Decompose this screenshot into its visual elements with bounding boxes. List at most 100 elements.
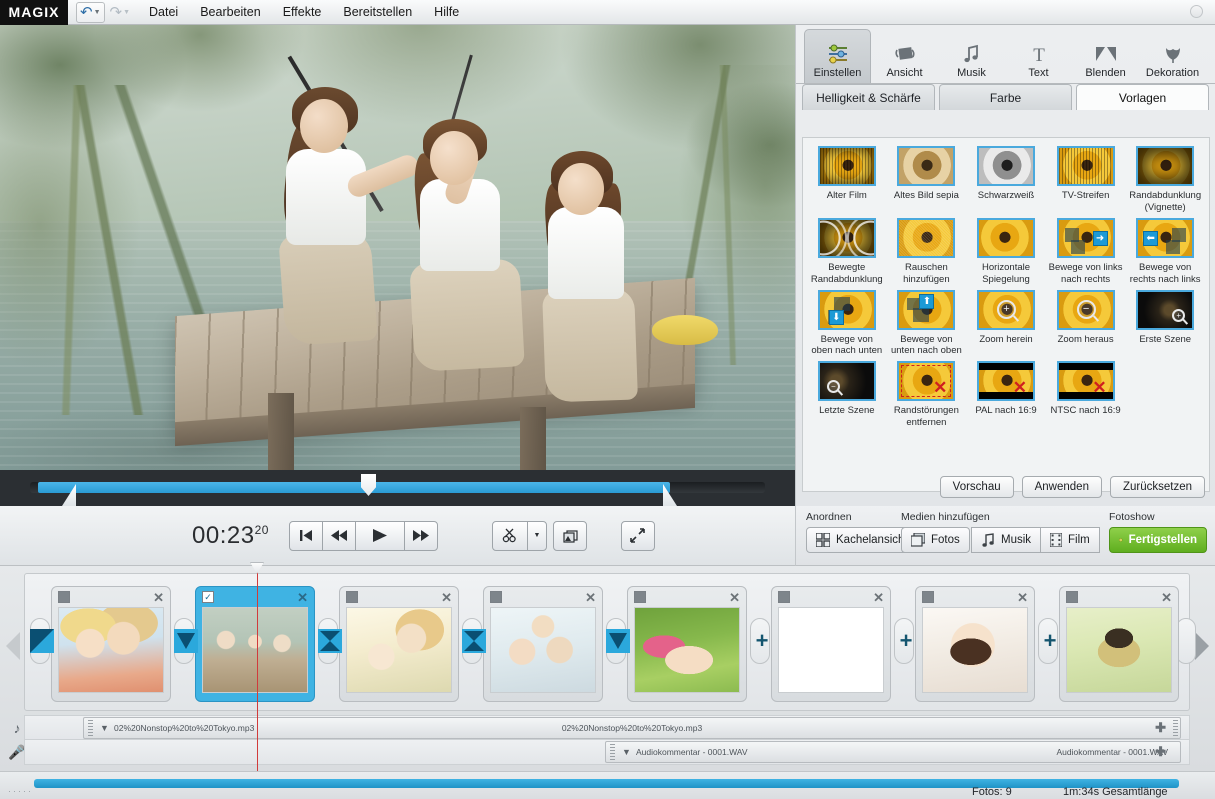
template-rauschen-hinzufuegen[interactable]: Rauschen hinzufügen (887, 217, 967, 286)
music-clip[interactable]: ▼ 02%20Nonstop%20to%20Tokyo.mp3 02%20Non… (83, 717, 1181, 739)
slide-1[interactable]: ✕ (51, 586, 171, 702)
clip-dropdown-icon[interactable]: ▼ (100, 723, 109, 733)
clip-grip-right[interactable] (1173, 720, 1178, 736)
tab-blenden[interactable]: Blenden (1072, 29, 1139, 83)
template-bewege-oben-unten[interactable]: ⬇ Bewege von oben nach unten (807, 289, 887, 358)
template-horizontale-spiegelung[interactable]: Horizontale Spiegelung (966, 217, 1046, 286)
music-track-row[interactable]: ▼ 02%20Nonstop%20to%20Tokyo.mp3 02%20Non… (24, 715, 1190, 741)
redo-dropdown-icon[interactable]: ▼ (123, 9, 130, 16)
scroll-left-arrow[interactable] (6, 632, 20, 660)
fast-forward-button[interactable] (403, 520, 438, 551)
menu-item-bearbeiten[interactable]: Bearbeiten (200, 5, 260, 19)
template-bewege-rechts-links[interactable]: ⬅ Bewege von rechts nach links (1125, 217, 1205, 286)
template-alter-film[interactable]: Alter Film (807, 146, 887, 214)
finish-button[interactable]: Fertigstellen (1109, 527, 1207, 553)
template-zoom-heraus[interactable]: − Zoom heraus (1046, 289, 1126, 358)
tab-musik[interactable]: Musik (938, 29, 1005, 83)
subtab-farbe[interactable]: Farbe (939, 84, 1072, 110)
slide-checkbox[interactable] (346, 591, 358, 603)
slide-checkbox[interactable] (634, 591, 646, 603)
slide-4[interactable]: ✕ (483, 586, 603, 702)
snapshot-button[interactable] (552, 520, 587, 551)
tab-text[interactable]: T Text (1005, 29, 1072, 83)
clip-extend-icon[interactable]: ✚ (1155, 720, 1166, 736)
play-button[interactable] (354, 520, 405, 551)
add-photos-button[interactable]: Fotos (901, 527, 970, 553)
subtab-vorlagen[interactable]: Vorlagen (1076, 84, 1209, 110)
menu-item-hilfe[interactable]: Hilfe (434, 5, 459, 19)
menu-item-effekte[interactable]: Effekte (283, 5, 322, 19)
tab-ansicht[interactable]: Ansicht (871, 29, 938, 83)
template-bewege-links-rechts[interactable]: ➜ Bewege von links nach rechts (1046, 217, 1126, 286)
voice-track-row[interactable]: ▼ Audiokommentar - 0001.WAV Audiokomment… (24, 739, 1190, 765)
template-tv-streifen[interactable]: TV-Streifen (1046, 146, 1126, 214)
template-zoom-herein[interactable]: + Zoom herein (966, 289, 1046, 358)
scrubber-range[interactable] (38, 482, 670, 493)
slide-8[interactable]: ✕ (1059, 586, 1179, 702)
transition-3[interactable] (317, 628, 343, 654)
rewind-button[interactable] (321, 520, 356, 551)
preview-button[interactable]: Vorschau (939, 476, 1014, 498)
clip-dropdown-icon[interactable]: ▼ (622, 747, 631, 757)
add-music-button[interactable]: Musik (971, 527, 1042, 553)
transition-6[interactable]: + (749, 628, 775, 654)
subtab-helligkeit-schaerfe[interactable]: Helligkeit & Schärfe (802, 84, 935, 110)
slide-checkbox[interactable] (58, 591, 70, 603)
transition-2[interactable] (173, 628, 199, 654)
close-icon[interactable]: ✕ (153, 591, 164, 604)
slide-3[interactable]: ✕ (339, 586, 459, 702)
slide-checkbox[interactable] (922, 591, 934, 603)
template-ntsc-16-9[interactable]: ✕ NTSC nach 16:9 (1046, 361, 1126, 429)
close-icon[interactable]: ✕ (873, 591, 884, 604)
transition-1[interactable] (29, 628, 55, 654)
tab-einstellen[interactable]: Einstellen (804, 29, 871, 83)
clip-extend-icon[interactable]: ✚ (1155, 744, 1166, 760)
clip-grip-left[interactable] (610, 744, 615, 760)
close-icon[interactable]: ✕ (297, 591, 308, 604)
slide-2[interactable]: ✓ ✕ (195, 586, 315, 702)
menu-item-datei[interactable]: Datei (149, 5, 178, 19)
close-icon[interactable]: ✕ (441, 591, 452, 604)
video-preview[interactable] (0, 25, 795, 506)
apply-button[interactable]: Anwenden (1021, 476, 1102, 498)
add-film-button[interactable]: Film (1040, 527, 1100, 553)
voice-clip[interactable]: ▼ Audiokommentar - 0001.WAV Audiokomment… (605, 741, 1181, 763)
template-bewege-unten-oben[interactable]: ⬆ Bewege von unten nach oben (887, 289, 967, 358)
template-randstoerungen-entfernen[interactable]: ✕ Randstörungen entfernen (887, 361, 967, 429)
fullscreen-button[interactable] (620, 520, 655, 551)
template-altes-bild-sepia[interactable]: Altes Bild sepia (887, 146, 967, 214)
undo-button[interactable]: ↶ ▼ (76, 1, 105, 23)
transition-4[interactable] (461, 628, 487, 654)
slide-checkbox[interactable] (490, 591, 502, 603)
slide-7[interactable]: ✕ (915, 586, 1035, 702)
template-list[interactable]: Alter Film Altes Bild sepia Schwarzweiß … (802, 137, 1210, 492)
transition-8[interactable]: + (1037, 628, 1063, 654)
undo-dropdown-icon[interactable]: ▼ (94, 9, 101, 16)
slide-5[interactable]: ✕ (627, 586, 747, 702)
slide-checkbox[interactable] (1066, 591, 1078, 603)
transition-7[interactable]: + (893, 628, 919, 654)
template-bewegte-randabdunklung[interactable]: Bewegte Randabdunklung (807, 217, 887, 286)
redo-button[interactable]: ↷ ▼ (107, 3, 134, 22)
skip-start-button[interactable] (288, 520, 323, 551)
cut-scissors-button[interactable] (491, 520, 528, 551)
template-randabdunklung-vignette[interactable]: Randabdunklung (Vignette) (1125, 146, 1205, 214)
close-icon[interactable]: ✕ (1017, 591, 1028, 604)
slide-6[interactable]: ✕ (771, 586, 891, 702)
preview-scrubber[interactable] (0, 470, 795, 506)
transition-5[interactable] (605, 628, 631, 654)
template-erste-szene[interactable]: + Erste Szene (1125, 289, 1205, 358)
scroll-right-arrow[interactable] (1195, 632, 1209, 660)
template-letzte-szene[interactable]: − Letzte Szene (807, 361, 887, 429)
minimize-circle-icon[interactable] (1190, 5, 1203, 18)
template-schwarzweiss[interactable]: Schwarzweiß (966, 146, 1046, 214)
cut-dropdown-button[interactable]: ▼ (526, 520, 547, 551)
template-pal-16-9[interactable]: ✕ PAL nach 16:9 (966, 361, 1046, 429)
slide-checkbox[interactable]: ✓ (202, 591, 214, 603)
slide-checkbox[interactable] (778, 591, 790, 603)
tab-dekoration[interactable]: Dekoration (1139, 29, 1206, 83)
close-icon[interactable]: ✕ (1161, 591, 1172, 604)
close-icon[interactable]: ✕ (585, 591, 596, 604)
clip-grip-left[interactable] (88, 720, 93, 736)
close-icon[interactable]: ✕ (729, 591, 740, 604)
